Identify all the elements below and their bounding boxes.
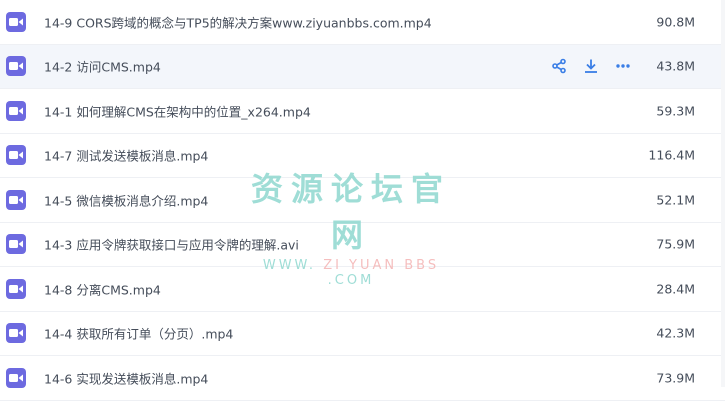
- file-row[interactable]: 14-8 分离CMS.mp4 28.4M: [0, 267, 725, 312]
- file-size: 52.1M: [656, 192, 695, 208]
- file-row[interactable]: 14-3 应用令牌获取接口与应用令牌的理解.avi 75.9M: [0, 223, 725, 267]
- video-file-icon: [6, 56, 26, 77]
- file-size: 28.4M: [656, 281, 695, 297]
- file-row[interactable]: 14-1 如何理解CMS在架构中的位置_x264.mp4 59.3M: [0, 89, 725, 134]
- file-row[interactable]: 14-5 微信模板消息介绍.mp4 52.1M: [0, 178, 725, 223]
- file-size: 43.8M: [656, 58, 695, 74]
- file-size: 90.8M: [656, 14, 695, 30]
- row-actions: [550, 57, 632, 75]
- file-name[interactable]: 14-3 应用令牌获取接口与应用令牌的理解.avi: [44, 235, 299, 254]
- file-row-hovered[interactable]: 14-2 访问CMS.mp4 43.8M: [0, 44, 725, 89]
- file-row[interactable]: 14-6 实现发送模板消息.mp4 73.9M: [0, 356, 725, 401]
- video-file-icon: [6, 145, 26, 166]
- video-file-icon: [6, 11, 26, 32]
- file-row[interactable]: 14-9 CORS跨域的概念与TP5的解决方案www.ziyuanbbs.com…: [0, 0, 725, 45]
- video-file-icon: [6, 323, 26, 344]
- file-name[interactable]: 14-2 访问CMS.mp4: [44, 57, 161, 76]
- scrollbar-track[interactable]: [721, 0, 725, 387]
- share-icon[interactable]: [550, 57, 568, 75]
- more-icon[interactable]: [614, 57, 632, 75]
- file-name[interactable]: 14-5 微信模板消息介绍.mp4: [44, 190, 208, 209]
- file-size: 116.4M: [648, 147, 695, 163]
- video-file-icon: [6, 100, 26, 121]
- file-name[interactable]: 14-4 获取所有订单（分页）.mp4: [44, 324, 233, 343]
- file-size: 42.3M: [656, 325, 695, 341]
- video-file-icon: [6, 367, 26, 388]
- video-file-icon: [6, 234, 26, 255]
- file-size: 73.9M: [656, 370, 695, 386]
- file-list: 14-9 CORS跨域的概念与TP5的解决方案www.ziyuanbbs.com…: [0, 0, 725, 401]
- file-name[interactable]: 14-8 分离CMS.mp4: [44, 279, 161, 298]
- download-icon[interactable]: [582, 57, 600, 75]
- file-name[interactable]: 14-6 实现发送模板消息.mp4: [44, 368, 208, 387]
- video-file-icon: [6, 189, 26, 210]
- file-name[interactable]: 14-1 如何理解CMS在架构中的位置_x264.mp4: [44, 101, 311, 120]
- file-row[interactable]: 14-7 测试发送模板消息.mp4 116.4M: [0, 134, 725, 178]
- file-size: 59.3M: [656, 103, 695, 119]
- file-name[interactable]: 14-9 CORS跨域的概念与TP5的解决方案www.ziyuanbbs.com…: [44, 12, 432, 31]
- video-file-icon: [6, 278, 26, 299]
- file-row[interactable]: 14-4 获取所有订单（分页）.mp4 42.3M: [0, 312, 725, 356]
- file-name[interactable]: 14-7 测试发送模板消息.mp4: [44, 146, 208, 165]
- file-size: 75.9M: [656, 236, 695, 252]
